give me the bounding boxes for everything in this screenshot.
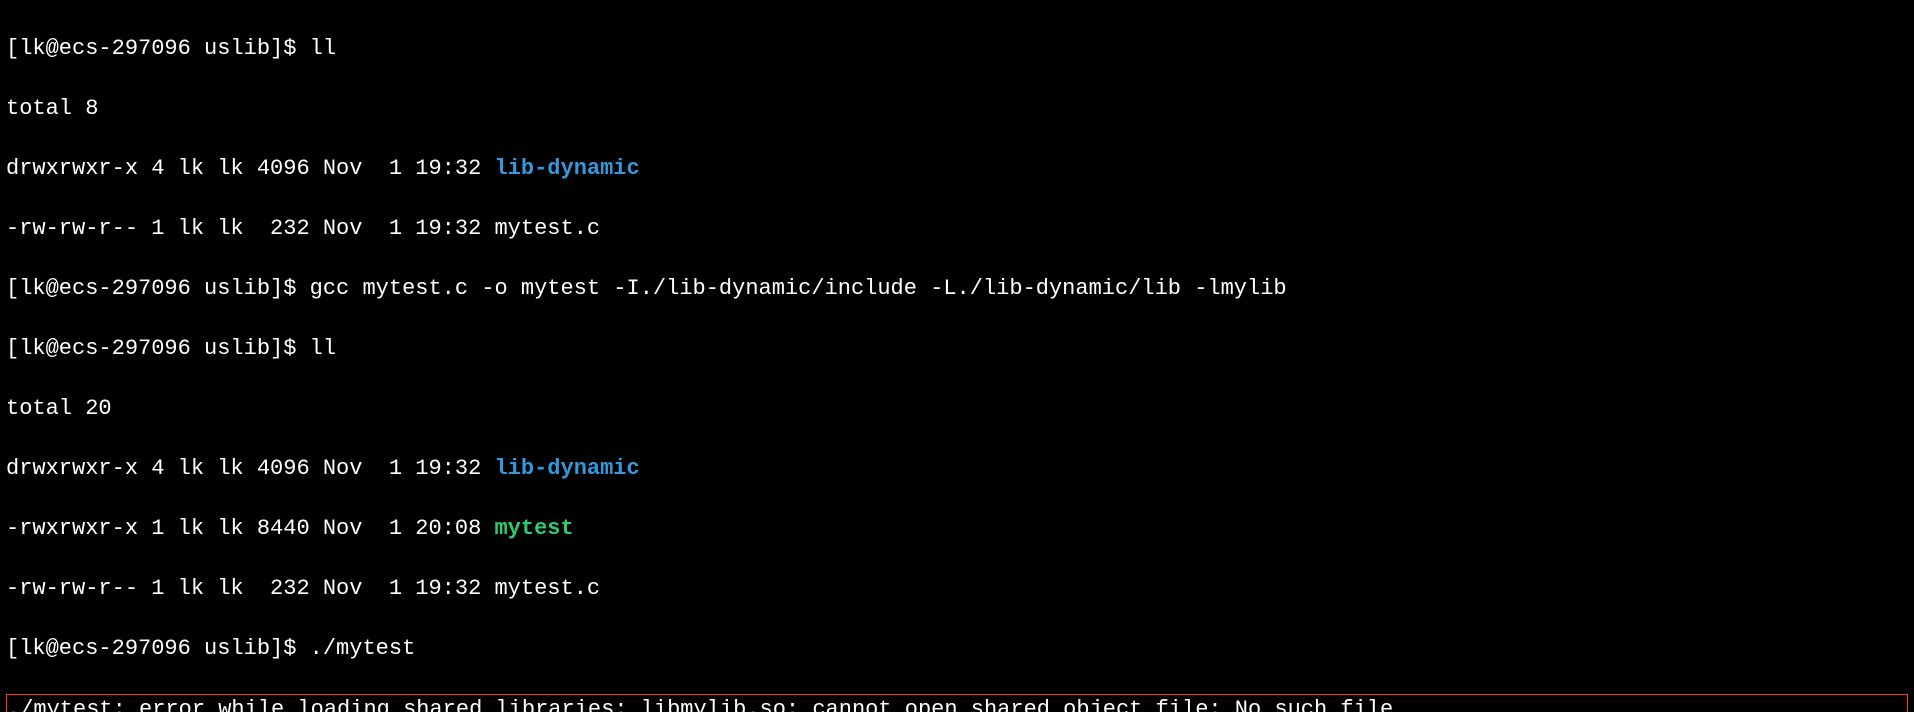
line-ls-mytestc-2: -rw-rw-r-- 1 lk lk 232 Nov 1 19:32 mytes… <box>6 574 1908 604</box>
line-total-8: total 8 <box>6 94 1908 124</box>
cmd-text: ll <box>310 36 336 61</box>
shell-prompt: [lk@ecs-297096 uslib]$ <box>6 336 310 361</box>
line-ls-mytest-exe: -rwxrwxr-x 1 lk lk 8440 Nov 1 20:08 myte… <box>6 514 1908 544</box>
dir-lib-dynamic: lib-dynamic <box>494 156 639 181</box>
line-ls-mytestc-1: -rw-rw-r-- 1 lk lk 232 Nov 1 19:32 mytes… <box>6 214 1908 244</box>
line-prompt-ll-1: [lk@ecs-297096 uslib]$ ll <box>6 34 1908 64</box>
cmd-text: gcc mytest.c -o mytest -I./lib-dynamic/i… <box>310 276 1287 301</box>
line-prompt-gcc: [lk@ecs-297096 uslib]$ gcc mytest.c -o m… <box>6 274 1908 304</box>
ls-row-prefix: -rwxrwxr-x 1 lk lk 8440 Nov 1 20:08 <box>6 516 494 541</box>
line-ls-libdyn-2: drwxrwxr-x 4 lk lk 4096 Nov 1 19:32 lib-… <box>6 454 1908 484</box>
line-prompt-ll-2: [lk@ecs-297096 uslib]$ ll <box>6 334 1908 364</box>
dir-lib-dynamic: lib-dynamic <box>494 456 639 481</box>
ls-row-prefix: drwxrwxr-x 4 lk lk 4096 Nov 1 19:32 <box>6 156 494 181</box>
line-ls-libdyn-1: drwxrwxr-x 4 lk lk 4096 Nov 1 19:32 lib-… <box>6 154 1908 184</box>
exe-mytest: mytest <box>494 516 573 541</box>
error-line-1: ./mytest: error while loading shared lib… <box>6 694 1908 712</box>
shell-prompt: [lk@ecs-297096 uslib]$ <box>6 276 310 301</box>
cmd-text: ./mytest <box>310 636 416 661</box>
shell-prompt: [lk@ecs-297096 uslib]$ <box>6 636 310 661</box>
ls-row-prefix: drwxrwxr-x 4 lk lk 4096 Nov 1 19:32 <box>6 456 494 481</box>
shell-prompt: [lk@ecs-297096 uslib]$ <box>6 36 310 61</box>
cmd-text: ll <box>310 336 336 361</box>
line-total-20: total 20 <box>6 394 1908 424</box>
line-prompt-run: [lk@ecs-297096 uslib]$ ./mytest <box>6 634 1908 664</box>
terminal[interactable]: [lk@ecs-297096 uslib]$ ll total 8 drwxrw… <box>0 0 1914 712</box>
